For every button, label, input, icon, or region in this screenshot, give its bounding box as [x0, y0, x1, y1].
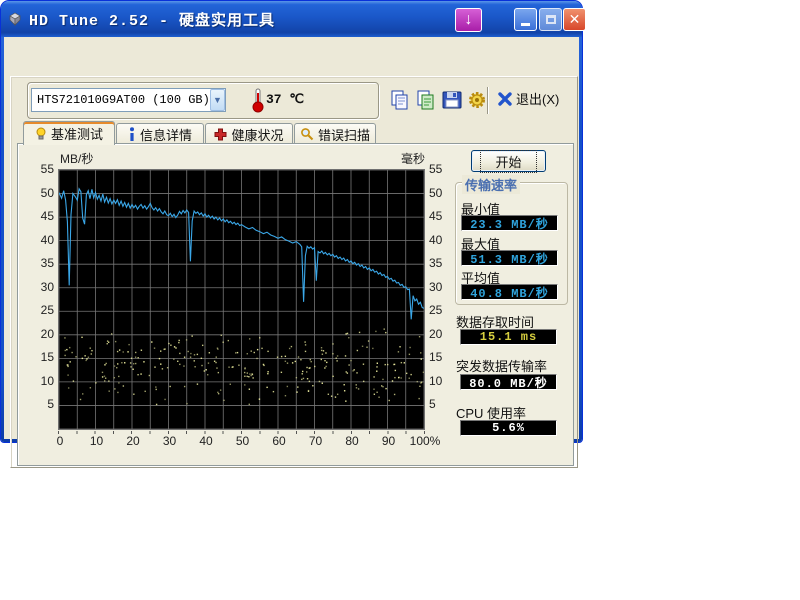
- axis-tick: 45: [32, 209, 54, 223]
- titlebar[interactable]: HD Tune 2.52 - 硬盘实用工具 ↓ ✕: [1, 1, 582, 37]
- exit-label: 退出(X): [516, 89, 559, 108]
- axis-tick: 100%: [405, 434, 445, 448]
- axis-tick: 90: [369, 434, 409, 448]
- tab-benchmark[interactable]: 基准测试: [23, 121, 115, 145]
- maximize-button[interactable]: [539, 8, 562, 31]
- transfer-rate-title: 传输速率: [462, 175, 520, 194]
- magnifier-icon: [300, 127, 314, 141]
- save-icon[interactable]: [441, 89, 463, 111]
- tab-benchmark-label: 基准测试: [51, 124, 103, 143]
- axis-tick: 30: [32, 280, 54, 294]
- axis-tick: 5: [32, 397, 54, 411]
- toolbar-separator: [487, 87, 489, 114]
- burst-rate-label: 突发数据传输率: [456, 356, 547, 375]
- axis-tick: 35: [429, 256, 453, 270]
- thermometer-icon: [251, 87, 265, 113]
- bulb-icon: [35, 127, 47, 141]
- download-button[interactable]: ↓: [455, 8, 482, 32]
- tab-health-label: 健康状况: [231, 125, 283, 144]
- transfer-rate-groupbox: 传输速率 最小值 23.3 MB/秒 最大值 51.3 MB/秒 平均值 40.…: [455, 182, 568, 305]
- left-axis-title: MB/秒: [60, 150, 93, 167]
- close-button[interactable]: ✕: [563, 8, 586, 31]
- axis-tick: 5: [429, 397, 453, 411]
- axis-tick: 15: [429, 350, 453, 364]
- axis-tick: 50: [223, 434, 263, 448]
- axis-tick: 10: [77, 434, 117, 448]
- axis-tick: 0: [40, 434, 80, 448]
- plot-canvas: [59, 170, 424, 429]
- drive-select-value: HTS721010G9AT00 (100 GB): [32, 93, 210, 107]
- axis-tick: 35: [32, 256, 54, 270]
- maximize-icon: [546, 15, 556, 24]
- health-cross-icon: [214, 128, 227, 141]
- axis-tick: 55: [429, 162, 453, 176]
- tab-error-scan-label: 错误扫描: [318, 125, 370, 144]
- benchmark-plot: [58, 169, 425, 430]
- start-button-label: 开始: [480, 150, 536, 173]
- axis-tick: 55: [32, 162, 54, 176]
- tab-error-scan[interactable]: 错误扫描: [294, 123, 376, 144]
- axis-tick: 50: [429, 186, 453, 200]
- tab-health[interactable]: 健康状况: [205, 123, 293, 144]
- app-icon: [7, 11, 23, 27]
- axis-tick: 40: [186, 434, 226, 448]
- drive-select[interactable]: HTS721010G9AT00 (100 GB) ▼: [31, 88, 226, 112]
- start-button[interactable]: 开始: [471, 150, 546, 172]
- axis-tick: 80: [332, 434, 372, 448]
- burst-rate-value: 80.0 MB/秒: [460, 374, 557, 390]
- axis-tick: 40: [429, 233, 453, 247]
- axis-tick: 70: [296, 434, 336, 448]
- axis-tick: 30: [429, 280, 453, 294]
- axis-tick: 25: [429, 303, 453, 317]
- min-value: 23.3 MB/秒: [461, 215, 558, 231]
- copy-image-icon[interactable]: [415, 89, 437, 111]
- chevron-down-icon[interactable]: ▼: [210, 89, 225, 111]
- window-title: HD Tune 2.52 - 硬盘实用工具: [29, 9, 275, 30]
- axis-tick: 20: [429, 327, 453, 341]
- axis-tick: 10: [32, 374, 54, 388]
- exit-x-icon: [497, 91, 513, 107]
- axis-tick: 10: [429, 374, 453, 388]
- axis-tick: 30: [150, 434, 190, 448]
- temperature-value: 37 ℃: [266, 92, 304, 107]
- copy-icon[interactable]: [389, 89, 411, 111]
- axis-tick: 25: [32, 303, 54, 317]
- x-axis-ruler: [58, 431, 425, 434]
- axis-tick: 40: [32, 233, 54, 247]
- tab-info-label: 信息详情: [140, 125, 192, 144]
- options-gear-icon[interactable]: [466, 89, 488, 111]
- info-icon: [128, 127, 136, 141]
- cpu-usage-value: 5.6%: [460, 420, 557, 436]
- axis-tick: 15: [32, 350, 54, 364]
- minimize-button[interactable]: [514, 8, 537, 31]
- axis-tick: 20: [113, 434, 153, 448]
- max-value: 51.3 MB/秒: [461, 250, 558, 266]
- tab-info[interactable]: 信息详情: [116, 123, 204, 144]
- exit-button[interactable]: 退出(X): [497, 89, 559, 108]
- axis-tick: 50: [32, 186, 54, 200]
- axis-tick: 60: [259, 434, 299, 448]
- axis-tick: 45: [429, 209, 453, 223]
- access-time-value: 15.1 ms: [460, 329, 557, 345]
- hdtune-window: HD Tune 2.52 - 硬盘实用工具 ↓ ✕ HTS721010G9AT0…: [1, 1, 582, 442]
- right-axis-title: 毫秒: [383, 150, 425, 167]
- avg-value: 40.8 MB/秒: [461, 284, 558, 300]
- axis-tick: 20: [32, 327, 54, 341]
- client-area: HTS721010G9AT00 (100 GB) ▼ 37 ℃: [4, 37, 579, 439]
- minimize-icon: [521, 23, 530, 26]
